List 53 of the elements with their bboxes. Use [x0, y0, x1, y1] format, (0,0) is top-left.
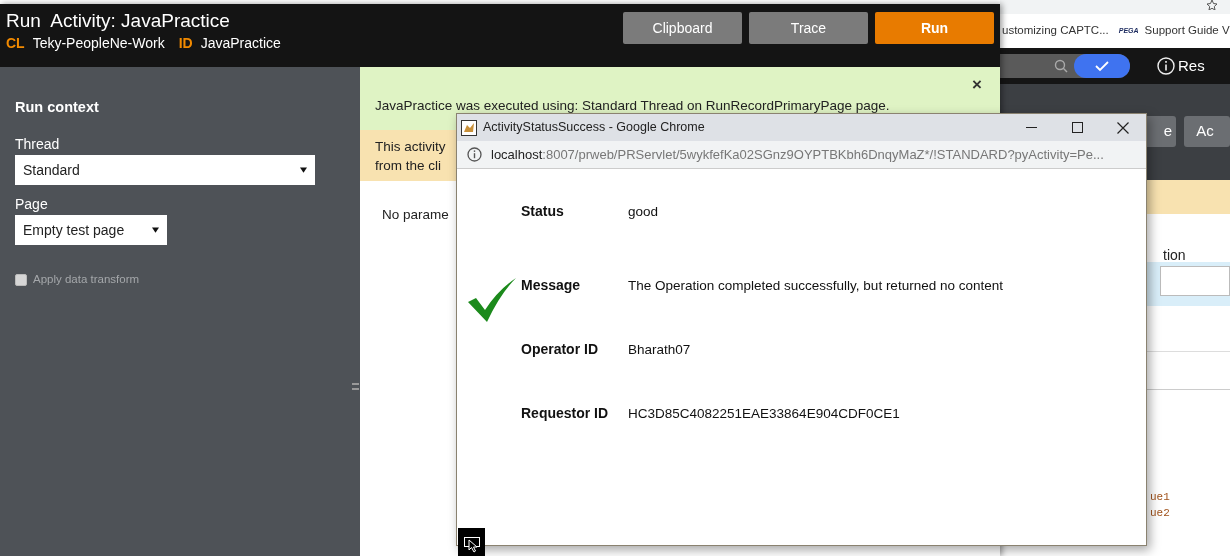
address-bar[interactable]: localhost:8007/prweb/PRServlet/5wykfefKa02SGnz9OYPTBKbh6DnqyMaZ*/!STANDARD?pyActivity=Pe... [457, 141, 1146, 169]
toolbar-button[interactable]: Trace [749, 12, 868, 44]
cursor-icon[interactable] [458, 528, 485, 556]
value-text: ue1 [1150, 490, 1171, 505]
minimize-icon [1025, 127, 1037, 128]
id-value: JavaPractice [200, 34, 281, 53]
window-title: ActivityStatusSuccess - Google Chrome [483, 119, 705, 137]
check-icon [1094, 60, 1110, 72]
field-label: Message [521, 275, 582, 295]
field-value: Bharath07 [628, 340, 692, 358]
header-link[interactable]: Res [1178, 54, 1205, 78]
search-field[interactable] [1000, 54, 1130, 78]
id-tag: ID [178, 33, 193, 53]
field-label: Status [521, 201, 565, 221]
field-label: Page [15, 195, 49, 213]
select-field[interactable]: Standard [15, 155, 315, 185]
banner-message: JavaPractice was executed using: Standard Thread on RunRecordPrimaryPage page. [375, 98, 890, 113]
url-text: localhost:8007/prweb/PRServlet/5wykfefKa02SGnz9OYPTBKbh6DnqyMaZ*/!STANDARD?pyActivity=Pe... [491, 145, 1104, 164]
no-parameters-text: No parame [382, 206, 449, 224]
input-field[interactable] [1160, 266, 1230, 296]
checkmark-icon [468, 278, 516, 322]
value-text: ue2 [1150, 506, 1171, 521]
maximize-icon [1071, 122, 1083, 133]
close-icon [1117, 121, 1129, 134]
field-value: The Operation completed successfully, but returned no content [628, 276, 1004, 294]
field-label: Requestor ID [521, 403, 610, 423]
field-value: HC3D85C4082251EAE33864E904CDF0CE1 [628, 404, 901, 422]
checkbox-label: Apply data transform [33, 272, 140, 287]
field-label: Operator ID [521, 339, 599, 359]
info-icon [467, 147, 482, 162]
info-icon [1157, 57, 1175, 75]
caret-icon [300, 167, 307, 173]
class-value: Teky-PeopleNe-Work [32, 34, 165, 53]
field-label: tion [1162, 248, 1187, 262]
dialog-title: Run Activity: JavaPractice [6, 9, 231, 33]
toolbar-button[interactable]: Clipboard [623, 12, 742, 44]
caret-icon [152, 227, 159, 233]
select-field[interactable]: Empty test page [15, 215, 167, 245]
sidebar-heading: Run context [15, 98, 100, 117]
bookmark[interactable]: Support Guide V [1144, 22, 1230, 40]
toolbar-button[interactable]: Ac [1184, 116, 1230, 147]
search-button[interactable] [1074, 54, 1130, 78]
field-value: good [628, 202, 660, 220]
close-button[interactable]: × [972, 75, 982, 95]
app-icon [461, 119, 477, 136]
bookmark[interactable]: ustomizing CAPTC... [1002, 22, 1109, 40]
star-icon[interactable] [1206, 0, 1218, 10]
field-label: Thread [15, 135, 61, 153]
resize-handle[interactable] [352, 383, 359, 390]
warning-text: This activity [375, 138, 446, 156]
search-icon [1054, 59, 1068, 73]
warning-text: from the cli [375, 157, 442, 175]
class-tag: CL [6, 33, 25, 53]
